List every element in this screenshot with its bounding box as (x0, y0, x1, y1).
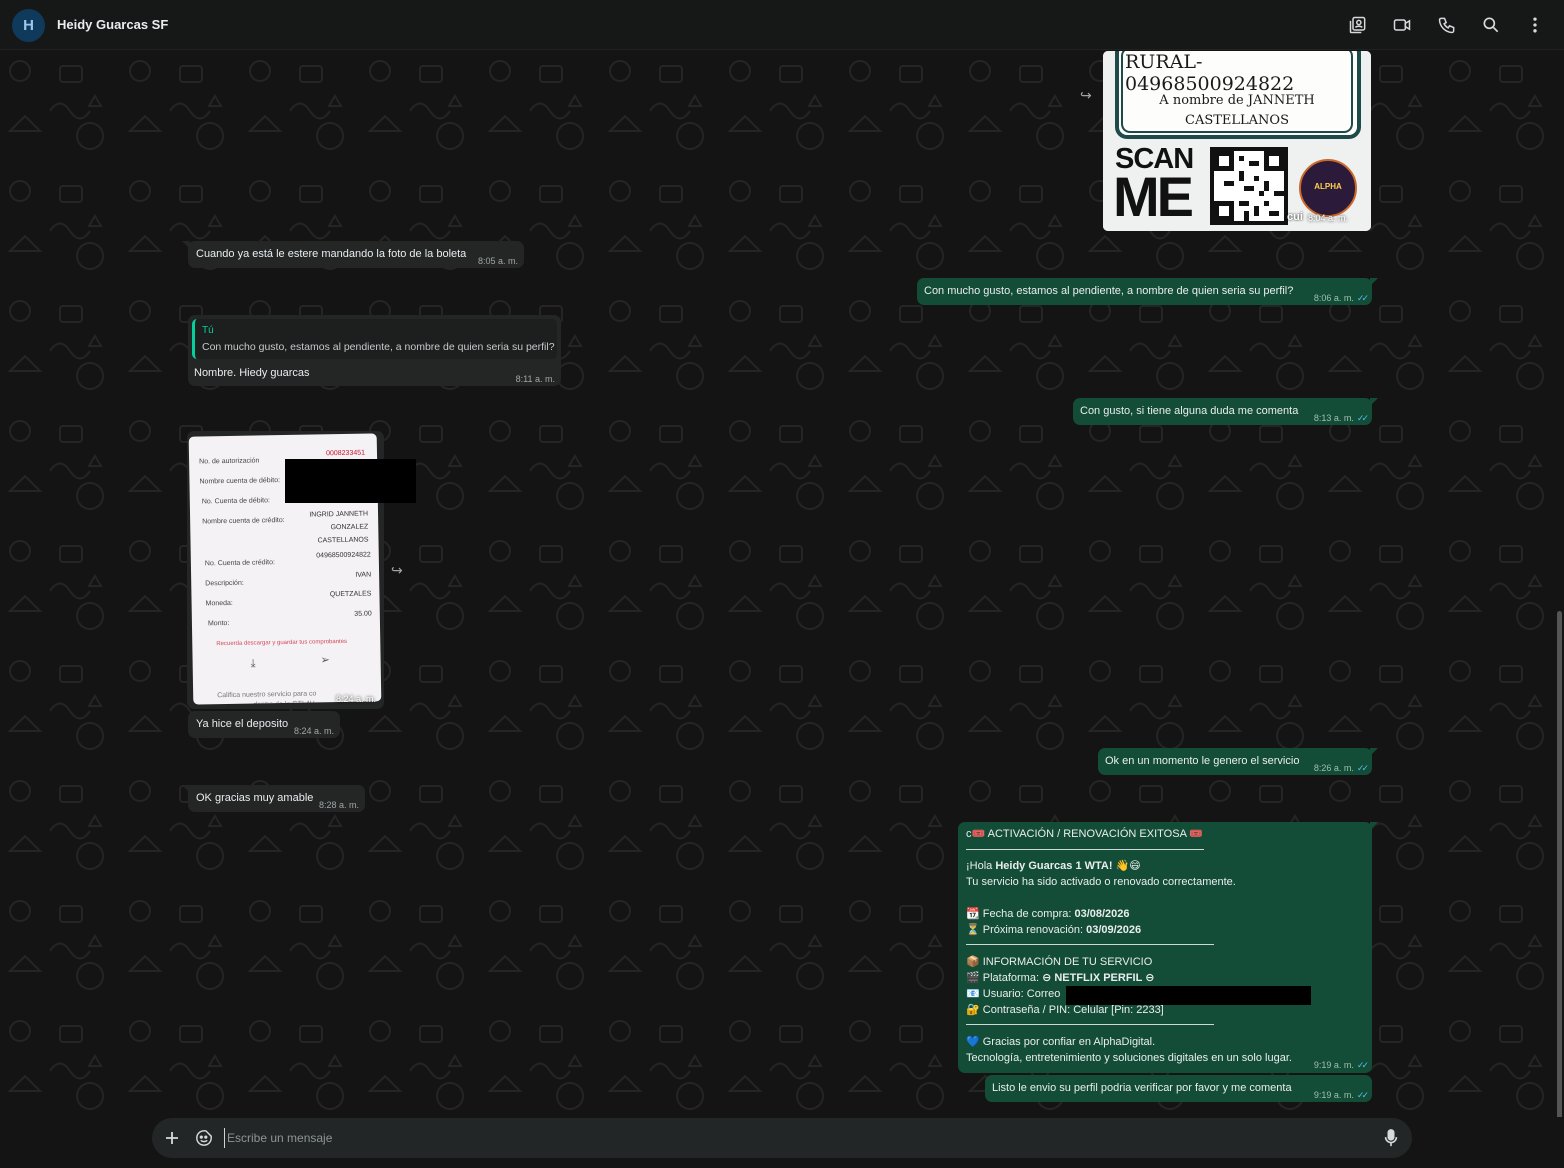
receipt-value: QUETZALES (329, 590, 372, 599)
contact-name[interactable]: Heidy Guarcas SF (57, 17, 168, 32)
video-call-icon[interactable] (1391, 14, 1413, 36)
receipt-value: 35.00 (354, 610, 372, 618)
message-outgoing[interactable]: Con mucho gusto, estamos al pendiente, a… (917, 278, 1378, 305)
quote-text: Con mucho gusto, estamos al pendiente, a… (202, 341, 555, 353)
qr-owner-line1: A nombre de JANNETH (1159, 93, 1315, 108)
message-time: 8:13 a. m. ✓✓ (1313, 413, 1369, 423)
message-time: 8:24 a. m. (293, 726, 334, 736)
tagline: Tecnología, entretenimiento y soluciones… (966, 1052, 1292, 1064)
password-line: 🔐 Contraseña / PIN: Celular [Pin: 2233] (966, 1004, 1164, 1016)
message-time: 8:05 a. m. (477, 256, 518, 266)
qr-payment-image[interactable]: RURAL-04968500924822 A nombre de JANNETH… (1103, 51, 1371, 231)
message-outgoing[interactable]: Listo le envio su perfil podria verifica… (985, 1075, 1372, 1102)
bubble-tail (182, 785, 190, 793)
message-text: Listo le envio su perfil podria verifica… (992, 1082, 1292, 1094)
bubble-tail (182, 241, 190, 249)
contact-card-icon[interactable] (1347, 14, 1369, 36)
message-text: Con mucho gusto, estamos al pendiente, a… (924, 285, 1294, 297)
divider (966, 1024, 1214, 1025)
message-time: 8:06 a. m. ✓✓ (1313, 293, 1369, 303)
message-text: Ya hice el deposito (196, 718, 289, 730)
message-outgoing[interactable]: Ok en un momento le genero el servicio 8… (1098, 748, 1378, 775)
qr-cut-text: cui (1287, 211, 1303, 223)
chat-scrollbar[interactable] (1557, 611, 1562, 1117)
activation-status: Tu servicio ha sido activado o renovado … (966, 876, 1236, 888)
read-ticks-icon: ✓✓ (1356, 763, 1369, 773)
alpha-logo: ALPHA (1299, 159, 1357, 217)
read-ticks-icon: ✓✓ (1356, 293, 1369, 303)
quote-author: Tú (202, 325, 214, 336)
message-incoming[interactable]: Ya hice el deposito 8:24 a. m. (188, 711, 340, 738)
qr-owner-line2: CASTELLANOS (1185, 113, 1289, 128)
activation-greeting: ¡Hola Heidy Guarcas 1 WTA! 👋😄 (966, 860, 1141, 872)
bubble-tail (1370, 398, 1378, 406)
forward-icon[interactable]: ↪ (391, 562, 403, 579)
receipt-value: IVAN (355, 571, 372, 579)
message-time: 8:24 a. m. (335, 694, 376, 704)
message-time: 8:04 a. m. (1308, 213, 1349, 223)
chat-messages-area[interactable]: RURAL-04968500924822 A nombre de JANNETH… (0, 51, 1564, 1117)
message-incoming-reply[interactable]: Tú Con mucho gusto, estamos al pendiente… (188, 315, 561, 386)
receipt-label: Monto: (207, 619, 230, 628)
redaction-block (285, 459, 416, 503)
message-text: Nombre. Hiedy guarcas (194, 367, 310, 379)
divider (966, 849, 1204, 850)
message-input[interactable] (224, 1128, 1324, 1148)
emoji-sticker-icon[interactable] (194, 1128, 214, 1148)
receipt-label: No. Cuenta de débito: (201, 497, 270, 506)
message-time: 8:28 a. m. (318, 800, 359, 810)
microphone-icon[interactable] (1381, 1128, 1401, 1148)
receipt-label: No. Cuenta de crédito: (204, 559, 275, 568)
receipt-label: Descripción: (205, 579, 244, 588)
receipt-label: No. de autorización (199, 457, 260, 466)
message-text: Cuando ya está le estere mandando la fot… (196, 248, 467, 260)
receipt-reminder: Recuerda descargar y guardar tus comprob… (216, 638, 348, 648)
thanks-line: 💙 Gracias por confiar en AlphaDigital. (966, 1036, 1156, 1048)
message-text: OK gracias muy amable (196, 792, 314, 804)
service-info-title: 📦 INFORMACIÓN DE TU SERVICIO (966, 956, 1153, 968)
receipt-label: Nombre cuenta de crédito: (202, 516, 285, 526)
divider (966, 944, 1214, 945)
message-incoming[interactable]: OK gracias muy amable 8:28 a. m. (182, 785, 365, 812)
download-icon: ⤓ (250, 657, 256, 670)
read-ticks-icon: ✓✓ (1356, 1060, 1369, 1070)
message-composer (152, 1118, 1412, 1158)
purchase-date: 📆 Fecha de compra: 03/08/2026 (966, 908, 1130, 920)
read-ticks-icon: ✓✓ (1356, 413, 1369, 423)
qr-code (1210, 147, 1288, 225)
message-text: Con gusto, si tiene alguna duda me comen… (1080, 405, 1299, 417)
bubble-tail (1370, 822, 1378, 830)
qr-account-number: RURAL-04968500924822 (1125, 51, 1295, 95)
message-time: 9:19 a. m. ✓✓ (1313, 1090, 1369, 1100)
whatsapp-window: H Heidy Guarcas SF RURAL-04968500924822 … (0, 0, 1564, 1168)
message-text: Ok en un momento le genero el servicio (1105, 755, 1300, 767)
bubble-tail (1370, 748, 1378, 756)
platform-line: 🎬 Plataforma: ⊖ NETFLIX PERFIL ⊖ (966, 972, 1155, 984)
message-outgoing-activation[interactable]: c🎟️ ACTIVACIÓN / RENOVACIÓN EXITOSA 🎟️ ¡… (958, 822, 1378, 1073)
activation-title: c🎟️ ACTIVACIÓN / RENOVACIÓN EXITOSA 🎟️ (966, 828, 1204, 840)
message-time: 9:19 a. m. ✓✓ (1313, 1060, 1369, 1070)
chat-header: H Heidy Guarcas SF (0, 0, 1564, 50)
forward-icon[interactable]: ↪ (1080, 87, 1092, 104)
user-line: 📧 Usuario: Correo (966, 988, 1061, 1000)
message-outgoing[interactable]: Con gusto, si tiene alguna duda me comen… (1073, 398, 1378, 425)
receipt-value: 04968500924822 (316, 551, 371, 560)
search-icon[interactable] (1480, 14, 1502, 36)
message-incoming[interactable]: Cuando ya está le estere mandando la fot… (182, 241, 524, 268)
read-ticks-icon: ✓✓ (1356, 1090, 1369, 1100)
menu-icon[interactable] (1524, 14, 1546, 36)
message-time: 8:11 a. m. (515, 374, 555, 384)
renewal-date: ⏳ Próxima renovación: 03/09/2026 (966, 924, 1142, 936)
message-time: 8:26 a. m. ✓✓ (1313, 763, 1369, 773)
send-icon: ➢ (320, 654, 330, 667)
bubble-tail (1370, 278, 1378, 286)
quoted-message[interactable]: Tú Con mucho gusto, estamos al pendiente… (192, 319, 557, 359)
attach-plus-icon[interactable] (162, 1128, 182, 1148)
avatar[interactable]: H (12, 9, 45, 42)
qr-me-label: ME (1113, 165, 1194, 228)
receipt-label: Nombre cuenta de débito: (199, 477, 281, 486)
phone-call-icon[interactable] (1436, 14, 1458, 36)
receipt-footer-2: dentro de la GTI 4H (253, 700, 315, 705)
receipt-label: Moneda: (205, 599, 233, 608)
